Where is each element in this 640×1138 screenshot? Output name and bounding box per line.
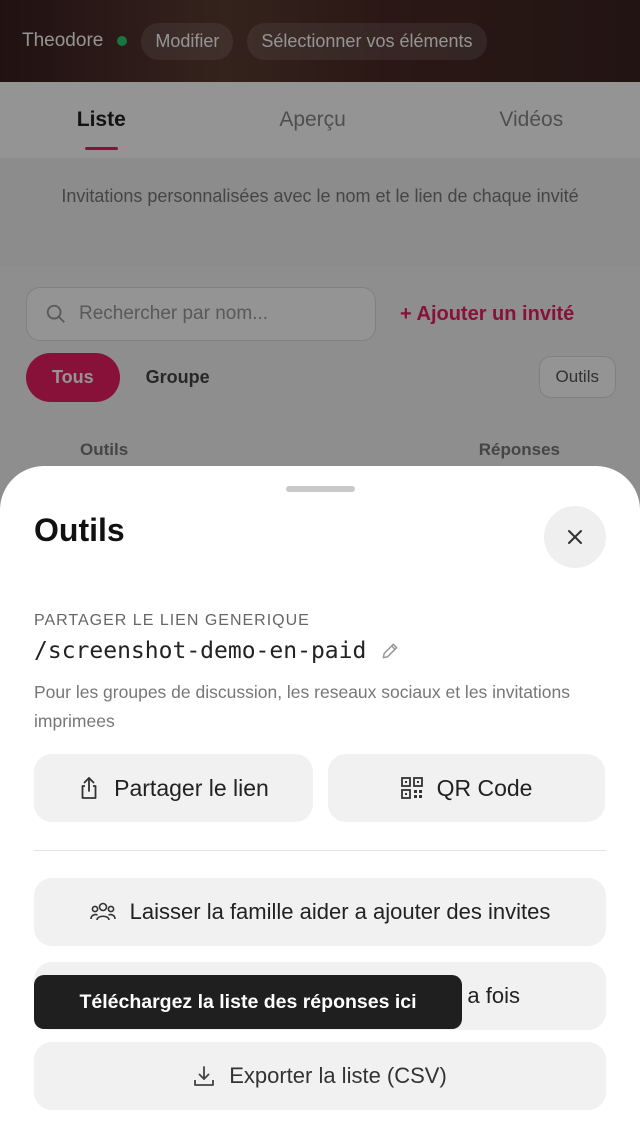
share-description: Pour les groupes de discussion, les rese… (34, 682, 570, 731)
family-helpers-button[interactable]: Laisser la famille aider a ajouter des i… (34, 878, 606, 946)
onboarding-tooltip: Téléchargez la liste des réponses ici (34, 975, 462, 1029)
divider (34, 850, 606, 851)
qr-code-button[interactable]: QR Code (328, 754, 605, 822)
generic-link-row: /screenshot-demo-en-paid (34, 638, 400, 664)
people-icon (89, 902, 116, 921)
close-button[interactable] (544, 506, 606, 568)
export-csv-label: Exporter la liste (CSV) (229, 1063, 447, 1088)
share-link-button[interactable]: Partager le lien (34, 754, 313, 822)
share-icon (81, 777, 97, 799)
page: Theodore Modifier Sélectionner vos éléme… (0, 0, 640, 1138)
download-icon (194, 1066, 215, 1086)
export-csv-button[interactable]: Exporter la liste (CSV) (34, 1042, 606, 1110)
share-section-label: PARTAGER LE LIEN GENERIQUE (34, 612, 310, 629)
sheet-drag-handle[interactable] (286, 486, 355, 492)
sheet-title: Outils (34, 512, 125, 548)
close-icon (568, 530, 582, 544)
pencil-icon[interactable] (380, 641, 400, 661)
generic-link-slug: /screenshot-demo-en-paid (34, 638, 367, 664)
family-helpers-label: Laisser la famille aider a ajouter des i… (129, 899, 551, 924)
qr-code-label: QR Code (436, 774, 533, 801)
qr-code-icon (400, 777, 423, 799)
share-link-label: Partager le lien (114, 774, 269, 801)
bulk-add-label: a fois (467, 983, 520, 1008)
